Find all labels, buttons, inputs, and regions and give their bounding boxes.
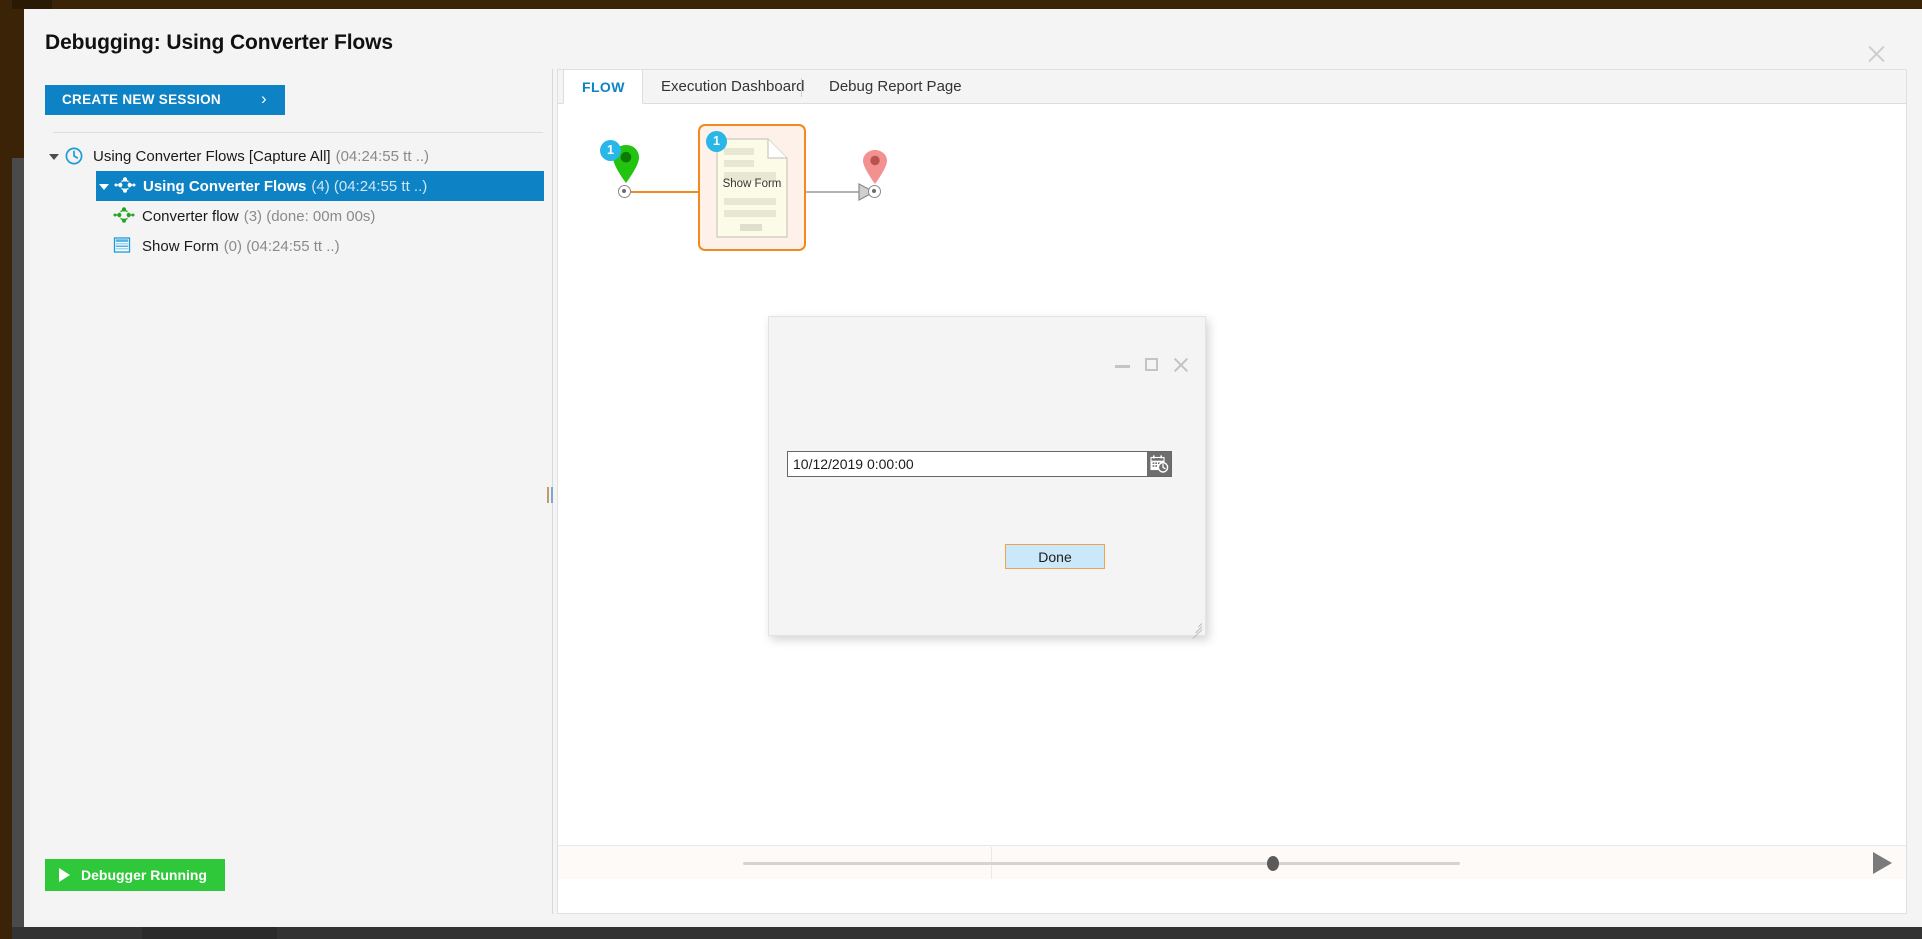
close-icon[interactable] bbox=[1864, 41, 1890, 67]
page-title: Debugging: Using Converter Flows bbox=[45, 31, 393, 54]
tree-item-label: Using Converter Flows bbox=[143, 177, 307, 195]
caret-placeholder bbox=[95, 237, 113, 255]
flow-node-label: Show Form bbox=[722, 178, 782, 190]
tree-item-label: Show Form bbox=[142, 237, 219, 255]
flow-icon bbox=[114, 176, 136, 196]
session-tree: Using Converter Flows [Capture All] (04:… bbox=[24, 141, 544, 261]
timeline-track[interactable] bbox=[743, 862, 1460, 865]
tree-item-session-root[interactable]: Using Converter Flows [Capture All] (04:… bbox=[24, 141, 544, 171]
debugger-page: Debugging: Using Converter Flows CREATE … bbox=[24, 9, 1922, 927]
tab-execution-dashboard[interactable]: Execution Dashboard bbox=[643, 70, 822, 104]
chevron-right-icon: › bbox=[261, 89, 267, 108]
datetime-field bbox=[787, 451, 1172, 477]
tree-item-label: Converter flow bbox=[142, 207, 239, 225]
tree-item-converter-flow[interactable]: Converter flow (3) (done: 00m 00s) bbox=[24, 201, 544, 231]
debugger-running-button[interactable]: Debugger Running bbox=[45, 859, 225, 891]
tree-item-meta: (0) (04:24:55 tt ..) bbox=[223, 237, 340, 255]
maximize-icon[interactable] bbox=[1141, 354, 1163, 376]
node-badge: 1 bbox=[706, 131, 727, 152]
converter-flow-icon bbox=[113, 206, 135, 226]
tab-separator bbox=[801, 78, 802, 97]
tree-item-using-converter-flows[interactable]: Using Converter Flows (4) (04:24:55 tt .… bbox=[96, 171, 544, 201]
play-icon bbox=[59, 868, 70, 882]
frame-bottom-nub bbox=[142, 927, 277, 939]
create-new-session-button[interactable]: CREATE NEW SESSION › bbox=[45, 85, 285, 115]
tree-item-show-form[interactable]: Show Form (0) (04:24:55 tt ..) bbox=[24, 231, 544, 261]
frame-top-bar bbox=[12, 0, 1922, 9]
flow-panel: FLOW Execution Dashboard Debug Report Pa… bbox=[557, 69, 1907, 914]
caret-placeholder bbox=[95, 207, 113, 225]
tree-item-meta: (04:24:55 tt ..) bbox=[335, 147, 429, 165]
tab-debug-report-page[interactable]: Debug Report Page bbox=[811, 70, 980, 104]
tree-item-meta: (4) (04:24:55 tt ..) bbox=[311, 177, 428, 195]
flow-canvas[interactable]: 1 Show Form 1 bbox=[558, 104, 1906, 879]
frame-bottom-bar bbox=[12, 927, 1922, 939]
expand-caret-icon[interactable] bbox=[46, 147, 64, 165]
calendar-clock-icon[interactable] bbox=[1147, 452, 1171, 476]
tree-item-label: Using Converter Flows [Capture All] bbox=[93, 147, 331, 165]
form-icon bbox=[113, 236, 135, 256]
clock-icon bbox=[64, 146, 86, 166]
frame-left-gutter-lower bbox=[12, 158, 24, 939]
sidebar-divider bbox=[53, 132, 543, 133]
expand-caret-icon[interactable] bbox=[96, 177, 114, 195]
tab-strip: FLOW Execution Dashboard Debug Report Pa… bbox=[558, 70, 1906, 104]
browser-frame: Debugging: Using Converter Flows CREATE … bbox=[0, 0, 1922, 939]
play-icon[interactable] bbox=[1873, 852, 1892, 874]
tree-item-meta: (3) (done: 00m 00s) bbox=[243, 207, 376, 225]
create-new-session-label: CREATE NEW SESSION bbox=[62, 92, 221, 107]
minimize-icon[interactable] bbox=[1112, 354, 1134, 376]
session-sidebar: CREATE NEW SESSION › Using Converter Flo… bbox=[24, 69, 544, 927]
tab-flow[interactable]: FLOW bbox=[563, 70, 643, 104]
timeline-bar bbox=[558, 845, 1906, 879]
datetime-input[interactable] bbox=[787, 451, 1172, 477]
show-form-dialog: Done bbox=[768, 316, 1206, 640]
resize-grip-icon[interactable] bbox=[1189, 619, 1203, 640]
close-icon[interactable] bbox=[1170, 354, 1192, 376]
end-port[interactable] bbox=[868, 185, 881, 198]
done-button[interactable]: Done bbox=[1005, 544, 1105, 569]
splitter-grip-bar bbox=[547, 487, 549, 503]
timeline-thumb[interactable] bbox=[1267, 856, 1279, 871]
debugger-running-label: Debugger Running bbox=[81, 867, 207, 883]
document-icon: Show Form bbox=[716, 138, 788, 238]
frame-tab-nub bbox=[12, 0, 52, 9]
start-badge: 1 bbox=[600, 140, 621, 161]
panel-splitter-handle[interactable] bbox=[545, 487, 556, 503]
splitter-grip-bar bbox=[551, 487, 553, 503]
start-port[interactable] bbox=[618, 185, 631, 198]
